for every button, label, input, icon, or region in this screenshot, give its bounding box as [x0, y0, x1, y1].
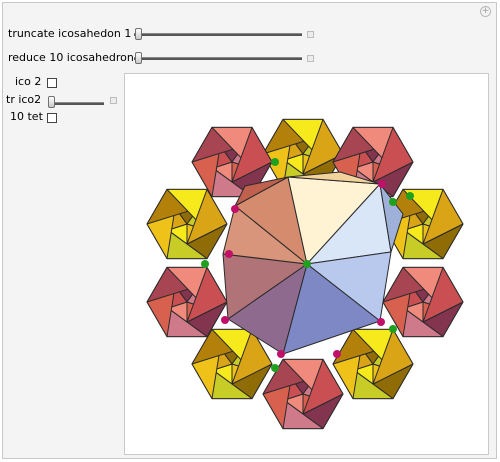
graphics-area[interactable] [124, 73, 489, 455]
tet10-checkbox[interactable] [47, 113, 57, 123]
truncate-slider-thumb[interactable] [135, 28, 142, 40]
vertex-marker-green [201, 260, 209, 268]
vertex-marker-magenta [333, 350, 341, 358]
vertex-marker-magenta [221, 316, 229, 324]
vertex-marker-green [271, 158, 279, 166]
plus-icon[interactable]: + [480, 6, 491, 17]
ico2-checkbox[interactable] [47, 78, 57, 88]
truncate-slider-expand-button[interactable] [307, 31, 314, 38]
truncate-slider-label: truncate icosahedon 1 [8, 27, 132, 40]
ico2-label: ico 2 [15, 75, 42, 88]
vertex-marker-magenta [231, 205, 239, 213]
vertex-marker-green [271, 364, 279, 372]
polyhedron-graphic[interactable] [125, 74, 488, 454]
vertex-marker-magenta [277, 350, 285, 358]
vertex-marker-green [303, 260, 311, 268]
reduce-slider-thumb[interactable] [135, 52, 142, 64]
vertex-marker-magenta [377, 318, 385, 326]
manipulate-panel: + truncate icosahedon 1 reduce 10 icosah… [2, 2, 497, 459]
tet10-label: 10 tet [10, 110, 43, 123]
vertex-marker-green [389, 325, 397, 333]
truncate-slider-track[interactable] [134, 33, 302, 36]
reduce-slider-track[interactable] [134, 57, 302, 60]
vertex-marker-magenta [225, 250, 233, 258]
reduce-slider-expand-button[interactable] [307, 55, 314, 62]
vertex-marker-green [406, 192, 414, 200]
tr-ico2-slider-expand-button[interactable] [110, 97, 117, 104]
vertex-marker-magenta [378, 180, 386, 188]
tr-ico2-slider-label: tr ico2 [6, 93, 42, 106]
reduce-slider-label: reduce 10 icosahedron [8, 51, 134, 64]
vertex-marker-green [389, 198, 397, 206]
tr-ico2-slider-track[interactable] [48, 102, 104, 105]
tr-ico2-slider-thumb[interactable] [48, 96, 55, 108]
